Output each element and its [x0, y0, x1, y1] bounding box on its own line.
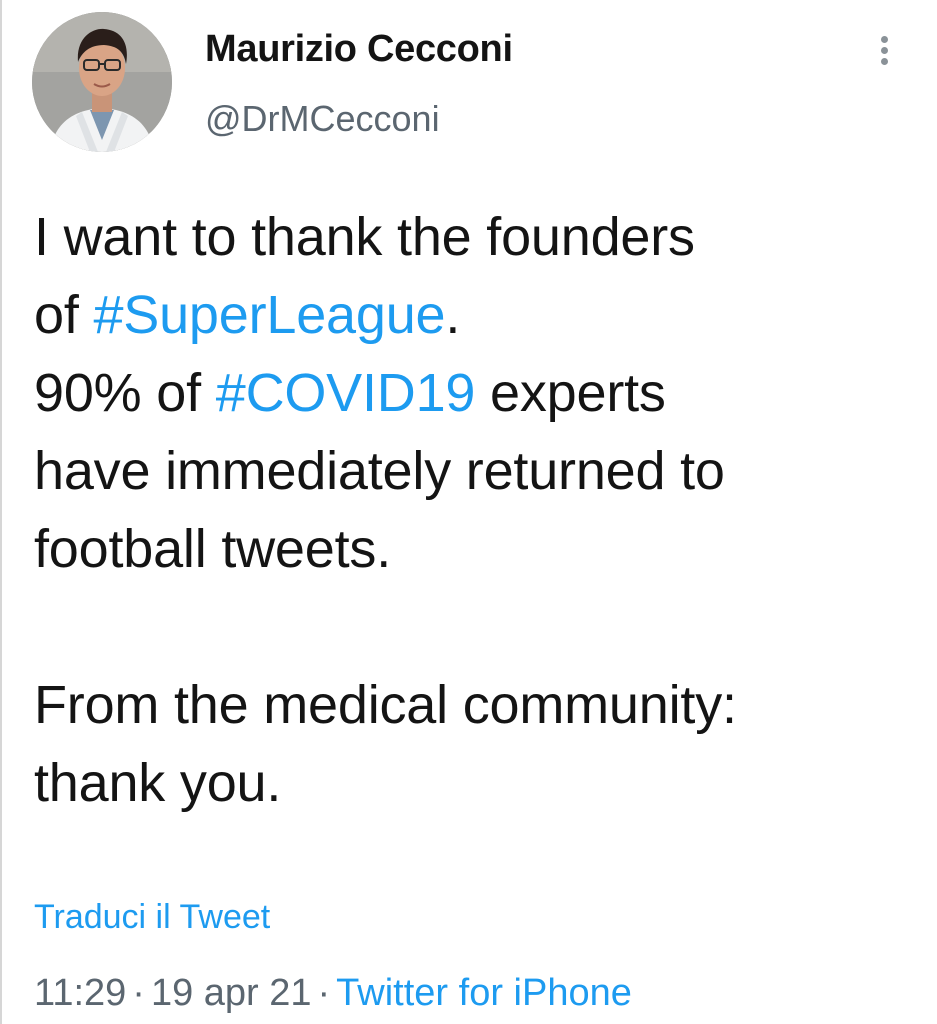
tweet-line-3-prefix: 90% of: [34, 363, 216, 423]
meta-separator: ·: [132, 972, 145, 1014]
tweet-time: 11:29: [34, 972, 127, 1014]
author-display-name[interactable]: Maurizio Cecconi: [205, 28, 513, 71]
tweet-line-4: have immediately returned to: [34, 441, 725, 501]
avatar[interactable]: [32, 12, 172, 152]
tweet-line-2-prefix: of: [34, 285, 94, 345]
tweet-line-2: of #SuperLeague.: [34, 276, 929, 354]
tweet-line-2-suffix: .: [445, 285, 461, 345]
hashtag-covid19-link[interactable]: #COVID19: [216, 363, 476, 423]
tweet-metadata: 11:29 · 19 apr 21 · Twitter for iPhone: [34, 972, 632, 1015]
more-vertical-icon[interactable]: [874, 36, 894, 72]
more-dot: [880, 36, 888, 43]
avatar-image: [32, 12, 172, 152]
translate-tweet-link[interactable]: Traduci il Tweet: [34, 898, 270, 937]
meta-separator: ·: [317, 972, 331, 1014]
tweet-line-5: football tweets.: [34, 519, 392, 579]
tweet-source-link[interactable]: Twitter for iPhone: [336, 972, 632, 1014]
tweet-text: I want to thank the founders of #SuperLe…: [34, 198, 929, 822]
more-dot: [880, 47, 888, 54]
more-dot: [880, 58, 888, 65]
tweet-line-3: 90% of #COVID19 experts: [34, 354, 929, 432]
tweet-line-7: thank you.: [34, 753, 282, 813]
hashtag-superleague-link[interactable]: #SuperLeague: [93, 285, 445, 345]
tweet-card: Maurizio Cecconi @DrMCecconi I want to t…: [0, 0, 937, 1024]
tweet-date: 19 apr 21: [150, 972, 312, 1014]
tweet-line-3-suffix: experts: [475, 363, 666, 423]
tweet-line-1: I want to thank the founders: [34, 207, 695, 267]
author-handle[interactable]: @DrMCecconi: [205, 98, 440, 140]
tweet-line-6: From the medical community:: [34, 675, 737, 735]
